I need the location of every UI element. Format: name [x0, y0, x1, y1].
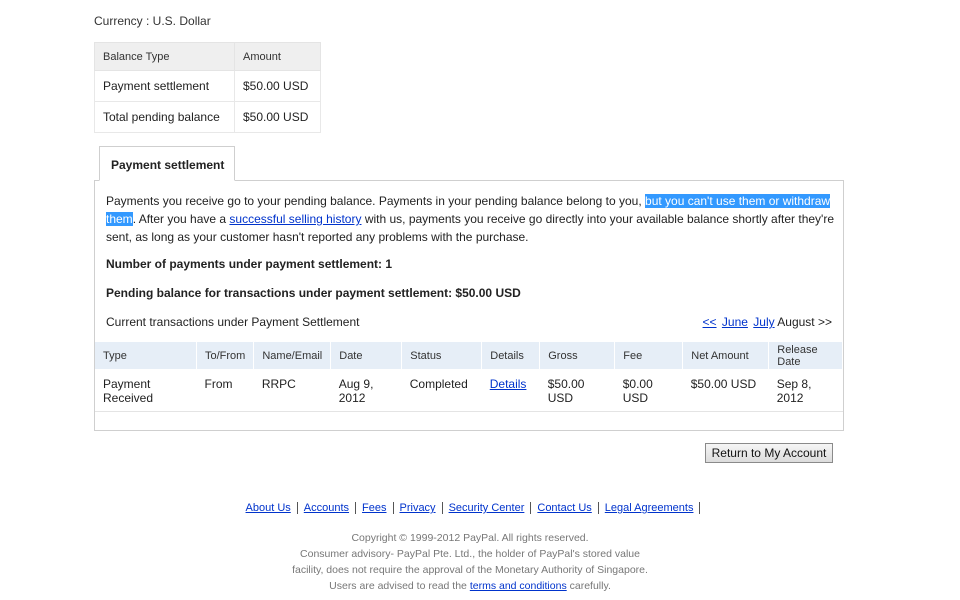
amount-header: Amount [234, 42, 321, 71]
details-cell: Details [481, 369, 540, 412]
month-navigation: << June July August >> [701, 315, 832, 329]
transactions-header: Type To/From Name/Email Date Status Deta… [95, 342, 843, 369]
table-row: Payment settlement $50.00 USD [94, 70, 321, 102]
balance-table: Balance Type Amount Payment settlement $… [94, 42, 321, 133]
col-net-amount: Net Amount [682, 342, 770, 369]
tofrom-cell: From [196, 369, 254, 412]
footer-link-contact[interactable]: Contact Us [531, 502, 599, 514]
description-text: . After you have a [132, 212, 230, 226]
copyright-text: Copyright © 1999-2012 PayPal. All rights… [351, 532, 589, 544]
details-link[interactable]: Details [490, 377, 527, 391]
payment-count: Number of payments under payment settlem… [106, 257, 393, 271]
balance-table-header: Balance Type Amount [94, 42, 321, 71]
col-status: Status [401, 342, 483, 369]
footer-link-accounts[interactable]: Accounts [297, 502, 357, 514]
settlement-description: Payments you receive go to your pending … [106, 192, 836, 246]
prev-month-link[interactable]: << [703, 315, 717, 329]
col-type: Type [95, 342, 197, 369]
legal-text: Copyright © 1999-2012 PayPal. All rights… [0, 530, 940, 594]
table-row: Payment Received From RRPC Aug 9, 2012 C… [95, 369, 843, 412]
amount-cell: $50.00 USD [234, 101, 321, 133]
col-fee: Fee [614, 342, 684, 369]
month-link-june[interactable]: June [722, 315, 748, 329]
balance-type-cell: Total pending balance [94, 101, 235, 133]
col-name-email: Name/Email [253, 342, 332, 369]
advisory-prefix: Users are advised to read the [329, 580, 470, 592]
net-amount-cell: $50.00 USD [682, 369, 769, 412]
col-date: Date [330, 342, 403, 369]
gross-cell: $50.00 USD [539, 369, 615, 412]
type-cell: Payment Received [95, 369, 197, 412]
table-row: Total pending balance $50.00 USD [94, 101, 321, 133]
balance-type-cell: Payment settlement [94, 70, 235, 102]
return-to-account-button[interactable]: Return to My Account [705, 443, 833, 463]
footer-link-about[interactable]: About Us [239, 502, 298, 514]
col-tofrom: To/From [196, 342, 255, 369]
advisory-text: Users are advised to read the terms and … [0, 578, 940, 594]
transactions-table: Type To/From Name/Email Date Status Deta… [95, 342, 843, 412]
name-cell: RRPC [253, 369, 331, 412]
footer-link-privacy[interactable]: Privacy [393, 502, 443, 514]
current-transactions-label: Current transactions under Payment Settl… [106, 315, 360, 329]
footer-link-security[interactable]: Security Center [442, 502, 532, 514]
terms-link[interactable]: terms and conditions [470, 580, 567, 592]
release-date-cell: Sep 8, 2012 [768, 369, 843, 412]
advisory-suffix: carefully. [566, 580, 611, 592]
month-link-july[interactable]: July [753, 315, 774, 329]
col-release-date: Release Date [768, 342, 843, 369]
payment-settlement-panel: Payments you receive go to your pending … [94, 180, 844, 431]
date-cell: Aug 9, 2012 [330, 369, 402, 412]
footer-link-legal[interactable]: Legal Agreements [598, 502, 701, 514]
status-cell: Completed [401, 369, 482, 412]
footer-links: About Us Accounts Fees Privacy Security Cent… [0, 502, 940, 514]
col-details: Details [481, 342, 541, 369]
advisory-text: Consumer advisory- PayPal Pte. Ltd., the… [300, 548, 640, 560]
current-month: August >> [777, 315, 832, 329]
currency-label: Currency : U.S. Dollar [94, 14, 211, 28]
selling-history-link[interactable]: successful selling history [229, 212, 361, 226]
advisory-text: facility, does not require the approval … [292, 564, 648, 576]
tab-payment-settlement[interactable]: Payment settlement [99, 146, 235, 181]
col-gross: Gross [539, 342, 616, 369]
footer-link-fees[interactable]: Fees [356, 502, 394, 514]
fee-cell: $0.00 USD [614, 369, 683, 412]
balance-type-header: Balance Type [94, 42, 235, 71]
amount-cell: $50.00 USD [234, 70, 321, 102]
description-text: Payments you receive go to your pending … [106, 194, 646, 208]
pending-balance-line: Pending balance for transactions under p… [106, 286, 521, 300]
